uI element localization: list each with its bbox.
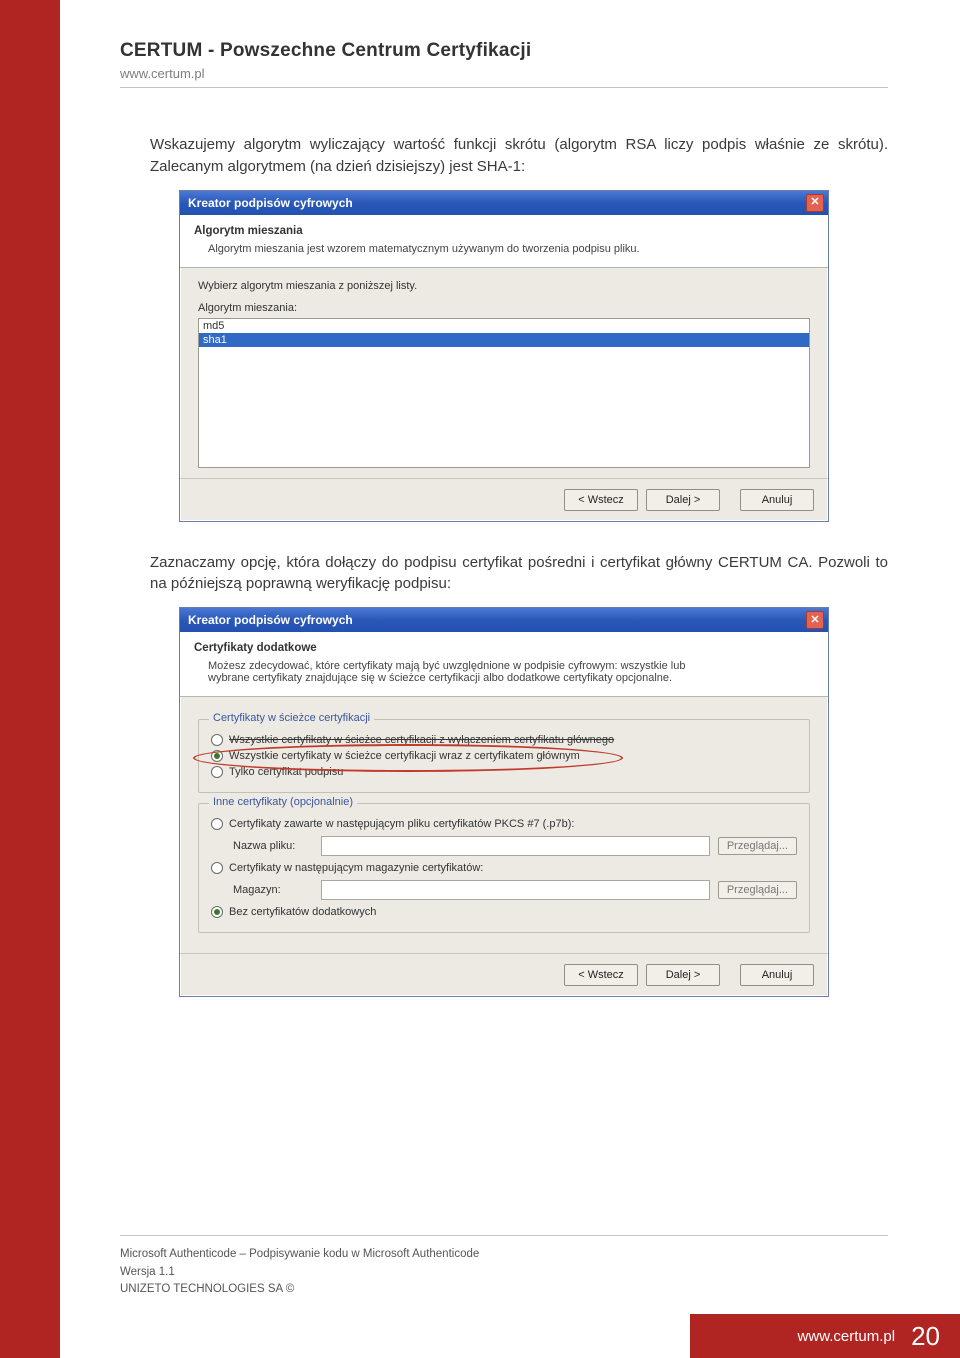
page-number: 20 — [911, 1321, 940, 1352]
store-field-row: Magazyn: Przeglądaj... — [233, 880, 797, 900]
back-button[interactable]: < Wstecz — [564, 964, 638, 986]
masthead-divider — [120, 87, 888, 88]
radio-row-pkcs7[interactable]: Certyfikaty zawarte w następującym pliku… — [211, 818, 797, 830]
masthead: CERTUM - Powszechne Centrum Certyfikacji… — [120, 40, 888, 88]
browse-store-button[interactable]: Przeglądaj... — [718, 881, 797, 899]
browse-file-button[interactable]: Przeglądaj... — [718, 837, 797, 855]
radio-icon — [211, 750, 223, 762]
wizard-header-desc: Algorytm mieszania jest wzorem matematyc… — [208, 243, 728, 255]
wizard-header-title: Certyfikaty dodatkowe — [194, 642, 814, 654]
footer-version: Wersja 1.1 — [120, 1264, 888, 1281]
radio-label: Wszystkie certyfikaty w ścieżce certyfik… — [229, 750, 580, 762]
intro-paragraph-1: Wskazujemy algorytm wyliczający wartość … — [150, 134, 888, 178]
radio-icon — [211, 906, 223, 918]
group-path-certs: Certyfikaty w ścieżce certyfikacji Wszys… — [198, 719, 810, 793]
footer-doc-title: Microsoft Authenticode – Podpisywanie ko… — [120, 1246, 888, 1263]
next-button[interactable]: Dalej > — [646, 489, 720, 511]
wizard-header-title: Algorytm mieszania — [194, 225, 814, 237]
intro-paragraph-2: Zaznaczamy opcję, która dołączy do podpi… — [150, 552, 888, 596]
window-titlebar: Kreator podpisów cyfrowych ✕ — [180, 191, 828, 215]
left-red-bar — [0, 0, 60, 1358]
algorithm-option-sha1[interactable]: sha1 — [199, 333, 809, 347]
page-footer: Microsoft Authenticode – Podpisywanie ko… — [120, 1235, 888, 1298]
prompt-label: Wybierz algorytm mieszania z poniższej l… — [198, 280, 810, 292]
radio-icon — [211, 734, 223, 746]
radio-label: Bez certyfikatów dodatkowych — [229, 906, 376, 918]
window-title-text: Kreator podpisów cyfrowych — [188, 196, 353, 210]
radio-row-none[interactable]: Bez certyfikatów dodatkowych — [211, 906, 797, 918]
window-title-text: Kreator podpisów cyfrowych — [188, 613, 353, 627]
footer-url: www.certum.pl — [798, 1328, 896, 1345]
cancel-button[interactable]: Anuluj — [740, 489, 814, 511]
radio-icon — [211, 766, 223, 778]
store-input[interactable] — [321, 880, 710, 900]
algorithm-listbox[interactable]: md5 sha1 — [198, 318, 810, 468]
group-other-certs: Inne certyfikaty (opcjonalnie) Certyfika… — [198, 803, 810, 933]
footer-divider — [120, 1235, 888, 1236]
page-number-badge: www.certum.pl 20 — [690, 1314, 960, 1358]
group-label: Certyfikaty w ścieżce certyfikacji — [209, 712, 374, 724]
radio-row-except-root[interactable]: Wszystkie certyfikaty w ścieżce certyfik… — [211, 734, 797, 746]
window-titlebar: Kreator podpisów cyfrowych ✕ — [180, 608, 828, 632]
cancel-button[interactable]: Anuluj — [740, 964, 814, 986]
wizard-dialog-algorithm: Kreator podpisów cyfrowych ✕ Algorytm mi… — [179, 190, 829, 522]
radio-icon — [211, 862, 223, 874]
wizard-body: Wybierz algorytm mieszania z poniższej l… — [180, 268, 828, 478]
radio-row-with-root[interactable]: Wszystkie certyfikaty w ścieżce certyfik… — [211, 750, 797, 762]
radio-label: Certyfikaty w następującym magazynie cer… — [229, 862, 483, 874]
close-icon[interactable]: ✕ — [806, 611, 824, 629]
back-button[interactable]: < Wstecz — [564, 489, 638, 511]
wizard-header-desc: Możesz zdecydować, które certyfikaty maj… — [208, 660, 728, 684]
masthead-url: www.certum.pl — [120, 66, 888, 81]
group-label: Inne certyfikaty (opcjonalnie) — [209, 796, 357, 808]
radio-label: Wszystkie certyfikaty w ścieżce certyfik… — [229, 734, 614, 746]
radio-label: Certyfikaty zawarte w następującym pliku… — [229, 818, 574, 830]
footer-copyright: UNIZETO TECHNOLOGIES SA © — [120, 1281, 888, 1298]
wizard-header: Certyfikaty dodatkowe Możesz zdecydować,… — [180, 632, 828, 697]
file-input[interactable] — [321, 836, 710, 856]
radio-icon — [211, 818, 223, 830]
algorithm-option-md5[interactable]: md5 — [199, 319, 809, 333]
radio-row-only-signer[interactable]: Tylko certyfikat podpisu — [211, 766, 797, 778]
wizard-button-row: < Wstecz Dalej > Anuluj — [180, 953, 828, 996]
store-label: Magazyn: — [233, 884, 313, 896]
radio-row-store[interactable]: Certyfikaty w następującym magazynie cer… — [211, 862, 797, 874]
radio-label: Tylko certyfikat podpisu — [229, 766, 343, 778]
page-content: CERTUM - Powszechne Centrum Certyfikacji… — [60, 0, 960, 1027]
file-field-row: Nazwa pliku: Przeglądaj... — [233, 836, 797, 856]
close-icon[interactable]: ✕ — [806, 194, 824, 212]
wizard-body: Certyfikaty w ścieżce certyfikacji Wszys… — [180, 697, 828, 953]
wizard-button-row: < Wstecz Dalej > Anuluj — [180, 478, 828, 521]
list-label: Algorytm mieszania: — [198, 302, 810, 314]
masthead-title: CERTUM - Powszechne Centrum Certyfikacji — [120, 40, 888, 62]
wizard-header: Algorytm mieszania Algorytm mieszania je… — [180, 215, 828, 268]
next-button[interactable]: Dalej > — [646, 964, 720, 986]
wizard-dialog-certificates: Kreator podpisów cyfrowych ✕ Certyfikaty… — [179, 607, 829, 997]
file-label: Nazwa pliku: — [233, 840, 313, 852]
